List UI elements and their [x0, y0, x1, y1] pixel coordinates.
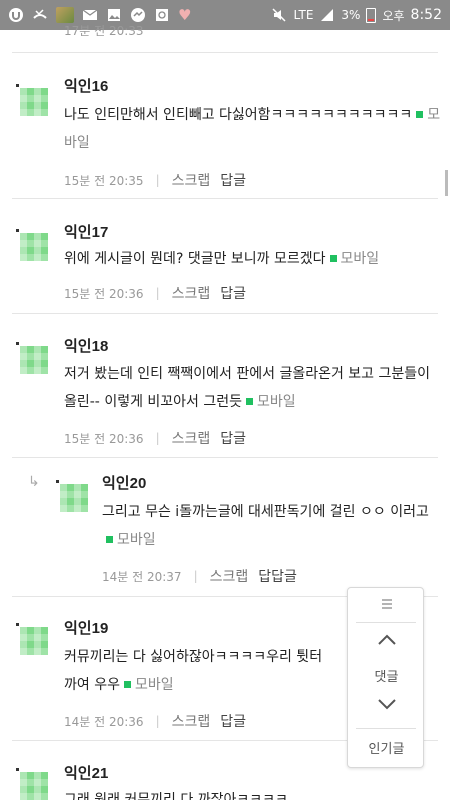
reply-button[interactable]: 답글: [220, 711, 246, 731]
avatar: [20, 627, 48, 655]
missed-call-icon: [32, 8, 48, 22]
comment-text: 위에 게시글이 뭔데? 댓글만 보니까 모르겠다: [64, 251, 326, 267]
comment-text: 까여 우우: [64, 677, 120, 693]
comment-author: 익인18: [64, 338, 109, 355]
comment-time: 15분 전 20:36: [64, 431, 144, 446]
reply-button[interactable]: 답글: [220, 428, 246, 448]
avatar-indicator: [16, 229, 19, 232]
meta-separator: |: [155, 173, 160, 187]
meta-separator: |: [155, 714, 160, 728]
reply-button[interactable]: 답답글: [258, 566, 297, 586]
avatar-indicator: [16, 768, 19, 771]
scrollbar-thumb[interactable]: [445, 170, 448, 196]
nav-divider: [356, 728, 416, 729]
chevron-down-icon[interactable]: [348, 696, 425, 715]
mobile-label: 모바일: [117, 532, 156, 548]
scrap-button[interactable]: 스크랩: [172, 283, 211, 303]
lte-indicator: LTE: [293, 8, 314, 22]
mobile-icon: [106, 536, 113, 543]
comment-author: 익인17: [64, 224, 109, 241]
comment-author: 익인20: [102, 475, 147, 492]
comment-meta: 15분 전 20:35 | 스크랩 답글: [64, 170, 246, 190]
scrap-button[interactable]: 스크랩: [172, 711, 211, 731]
chevron-up-icon[interactable]: [348, 632, 425, 651]
comment-text: 그리고 무슨 i돌까는글에 대세판독기에 걸린 ㅇㅇ 이러고: [102, 504, 429, 520]
avatar: [20, 346, 48, 374]
mobile-icon: [416, 111, 424, 118]
divider: [12, 457, 438, 458]
comment-meta: 14분 전 20:37 | 스크랩 답답글: [102, 566, 297, 586]
divider: [12, 313, 438, 314]
mobile-label: 모바일: [340, 251, 380, 267]
comment-time: 14분 전 20:37: [102, 569, 182, 584]
mobile-icon: [329, 255, 337, 262]
comment-meta: 14분 전 20:36 | 스크랩 답글: [64, 711, 246, 731]
comment-text: 그래 원래 커뮤끼리 다 까잖아ㅋㅋㅋㅋ: [64, 792, 288, 800]
popular-posts-button[interactable]: 인기글: [348, 738, 425, 757]
comment-body: 위에 게시글이 뭔데? 댓글만 보니까 모르겠다 모바일: [64, 245, 444, 273]
mobile-icon: [246, 398, 254, 405]
recycle-icon: [154, 8, 170, 22]
reply-arrow-icon: ↳: [28, 474, 40, 490]
menu-icon[interactable]: [348, 598, 425, 614]
meta-separator: |: [193, 569, 198, 583]
messenger-icon: [130, 8, 146, 22]
avatar: [20, 233, 48, 261]
comment-body: 그래 원래 커뮤끼리 다 까잖아ㅋㅋㅋㅋ: [64, 786, 444, 800]
comment-nav-label: 댓글: [374, 670, 399, 685]
comment-text: 나도 인티만해서 인티빼고 다싫어함ㅋㅋㅋㅋㅋㅋㅋㅋㅋㅋㅋ: [64, 107, 413, 123]
comment-time: 14분 전 20:36: [64, 714, 144, 729]
avatar-indicator: [16, 623, 19, 626]
avatar: [20, 88, 48, 116]
clock: 8:52: [410, 7, 442, 23]
comment-time: 17분 전 20:33: [64, 24, 144, 38]
signal-icon: [319, 8, 335, 22]
comment-body: 저거 봤는데 인티 짹짹이에서 판에서 글올라온거 보고 그분들이 올린-- 이…: [64, 360, 444, 416]
scrap-button[interactable]: 스크랩: [172, 170, 211, 190]
heart-icon: ♥: [178, 6, 192, 24]
avatar-indicator: [56, 480, 59, 483]
app-u-icon: [8, 8, 24, 22]
divider: [12, 198, 438, 199]
avatar: [60, 484, 88, 512]
image-icon: [106, 8, 122, 22]
battery-percent: 3%: [341, 8, 361, 22]
meta-separator: |: [155, 431, 160, 445]
mobile-icon: [123, 681, 131, 688]
comment-meta: 17분 전 20:33: [64, 24, 144, 39]
reply-button[interactable]: 답글: [220, 170, 246, 190]
meta-separator: |: [155, 286, 160, 300]
comment-author: 익인16: [64, 78, 109, 95]
comment-meta: 15분 전 20:36 | 스크랩 답글: [64, 428, 246, 448]
reply-button[interactable]: 답글: [220, 283, 246, 303]
mobile-label: 모바일: [257, 394, 296, 410]
comment-body: 그리고 무슨 i돌까는글에 대세판독기에 걸린 ㅇㅇ 이러고모바일: [102, 498, 442, 554]
comment-author: 익인19: [64, 620, 109, 637]
avatar: [20, 772, 48, 800]
floating-comment-nav: 댓글 인기글: [347, 587, 424, 768]
avatar-indicator: [16, 84, 19, 87]
notification-thumbnail-icon: [56, 7, 74, 23]
mute-icon: [271, 8, 287, 22]
comment-text: 커뮤끼리는 다 싫어하잖아ㅋㅋㅋㅋ우리 튓터: [64, 649, 323, 665]
scrap-button[interactable]: 스크랩: [172, 428, 211, 448]
comment-author: 익인21: [64, 765, 109, 782]
ampm: 오후: [382, 8, 405, 23]
mobile-label: 모바일: [134, 677, 174, 693]
avatar-indicator: [16, 342, 19, 345]
nav-divider: [356, 622, 416, 623]
battery-icon: [366, 7, 377, 23]
comment-meta: 15분 전 20:36 | 스크랩 답글: [64, 283, 246, 303]
comment-body: 나도 인티만해서 인티빼고 다싫어함ㅋㅋㅋㅋㅋㅋㅋㅋㅋㅋㅋ 모바일: [64, 101, 444, 157]
mail-icon: [82, 8, 98, 22]
comment-time: 15분 전 20:36: [64, 286, 144, 301]
comment-time: 15분 전 20:35: [64, 173, 144, 188]
divider: [12, 52, 438, 53]
scrap-button[interactable]: 스크랩: [210, 566, 249, 586]
